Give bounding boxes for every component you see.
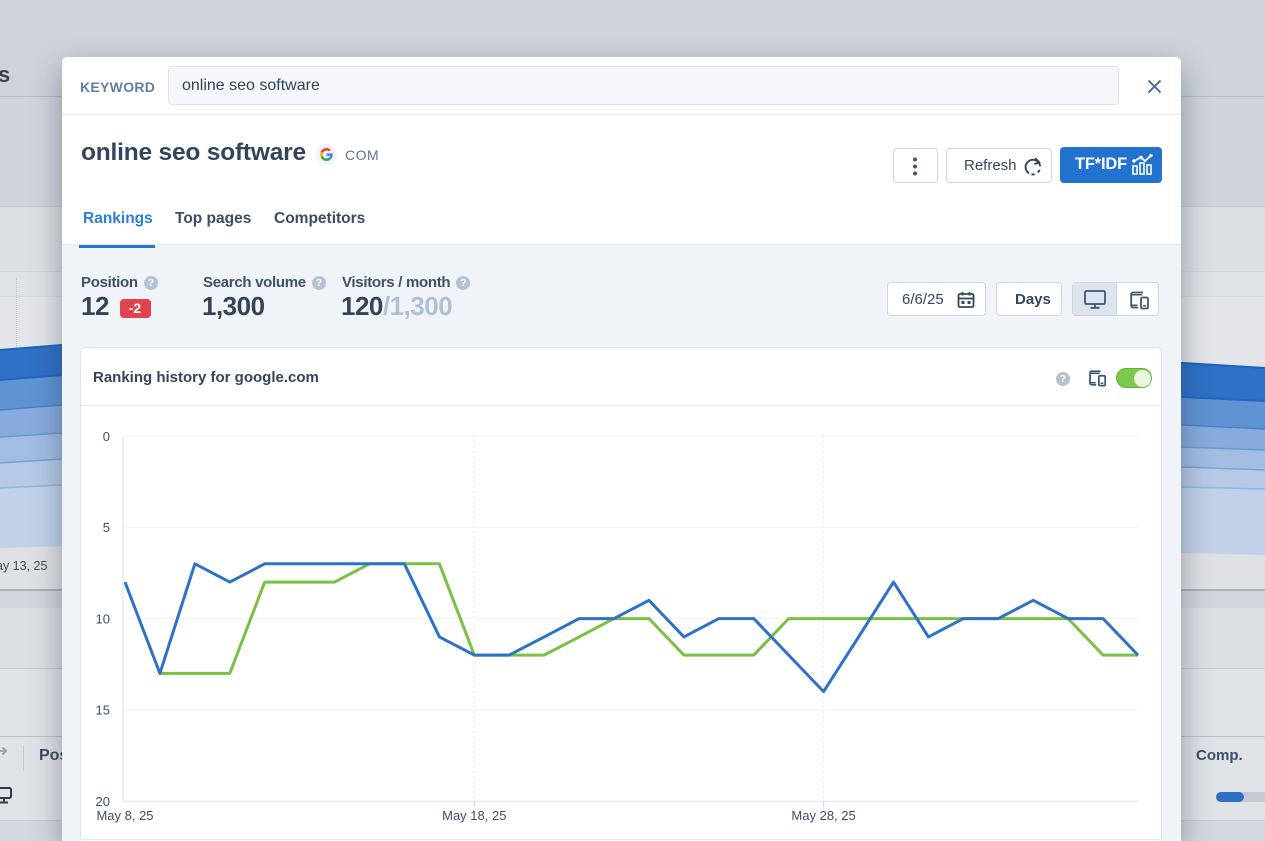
svg-text:May 28, 25: May 28, 25	[791, 808, 855, 823]
svg-text:10: 10	[96, 611, 110, 626]
svg-text:15: 15	[96, 703, 110, 718]
svg-text:May 8, 25: May 8, 25	[96, 808, 153, 823]
svg-text:May 18, 25: May 18, 25	[442, 808, 506, 823]
svg-text:0: 0	[103, 429, 110, 444]
svg-text:5: 5	[103, 520, 110, 535]
svg-text:20: 20	[96, 794, 110, 809]
